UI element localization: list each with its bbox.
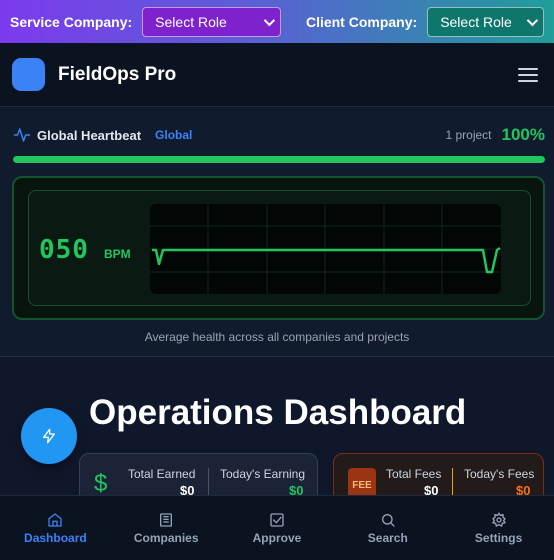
app-logo [12,58,45,91]
gear-icon [491,512,506,527]
role-bar: Service Company: Select Role Client Comp… [0,0,554,43]
nav-label: Settings [474,531,523,545]
chevron-down-icon [526,14,539,26]
heartbeat-title: Global Heartbeat [37,127,142,143]
nav-search[interactable]: Search [332,496,443,560]
service-company-label: Service Company: [10,13,133,30]
hamburger-icon[interactable] [518,65,538,85]
nav-dashboard[interactable]: Dashboard [0,496,111,560]
main-content: Operations Dashboard $ Total Earned $0 T… [0,357,554,495]
app-header: FieldOps Pro [0,43,554,107]
global-heartbeat-panel: Global Heartbeat Global 1 project 100% 0… [0,108,554,357]
today-fees-label: Today's Fees [464,467,535,481]
search-icon [381,514,395,527]
home-icon [48,513,63,527]
fees-card: FEE Total Fees $0 Today's Fees $0 [333,453,544,495]
ecg-screen [150,204,501,294]
fee-icon: FEE [348,468,376,495]
nav-label: Companies [133,531,199,545]
nav-label: Dashboard [24,531,87,545]
nav-label: Search [367,531,408,545]
dollar-icon: $ [94,470,108,495]
app-brand: FieldOps Pro [58,63,177,85]
pulse-icon [13,128,31,142]
nav-approve[interactable]: Approve [222,496,333,560]
earnings-card: $ Total Earned $0 Today's Earning $0 [79,453,318,495]
nav-companies[interactable]: Companies [111,496,222,560]
today-fees-value: $0 [516,483,531,495]
heart-monitor: 050 BPM [12,176,545,320]
heartbeat-caption: Average health across all companies and … [144,330,410,344]
bpm-unit: BPM [104,247,131,261]
service-role-select[interactable]: Select Role [142,6,281,37]
bolt-icon [43,428,55,444]
heartbeat-scope: Global [155,128,193,142]
bpm-value: 050 [39,235,89,265]
today-earning-label: Today's Earning [220,467,306,481]
client-company-label: Client Company: [305,13,418,30]
chevron-down-icon [263,14,276,26]
today-earning-value: $0 [289,483,304,495]
health-progress-bar [13,156,545,163]
total-fees-value: $0 [424,483,439,495]
ecg-trace [150,204,501,294]
nav-label: Approve [252,531,302,545]
service-role-value: Select Role [155,13,227,30]
total-earned-value: $0 [180,483,195,495]
health-progress-fill [13,156,545,163]
building-icon [160,513,173,527]
client-role-select[interactable]: Select Role [427,6,544,37]
client-role-value: Select Role [440,13,512,30]
bottom-nav: Dashboard Companies Approve Search Setti… [0,495,554,560]
quick-action-button[interactable] [21,408,77,464]
health-percent: 100% [501,125,545,144]
nav-settings[interactable]: Settings [443,496,554,560]
total-earned-label: Total Earned [128,467,196,481]
page-title: Operations Dashboard [89,393,467,432]
project-count: 1 project [445,128,492,142]
total-fees-label: Total Fees [386,467,442,481]
checkbox-icon [270,513,284,527]
